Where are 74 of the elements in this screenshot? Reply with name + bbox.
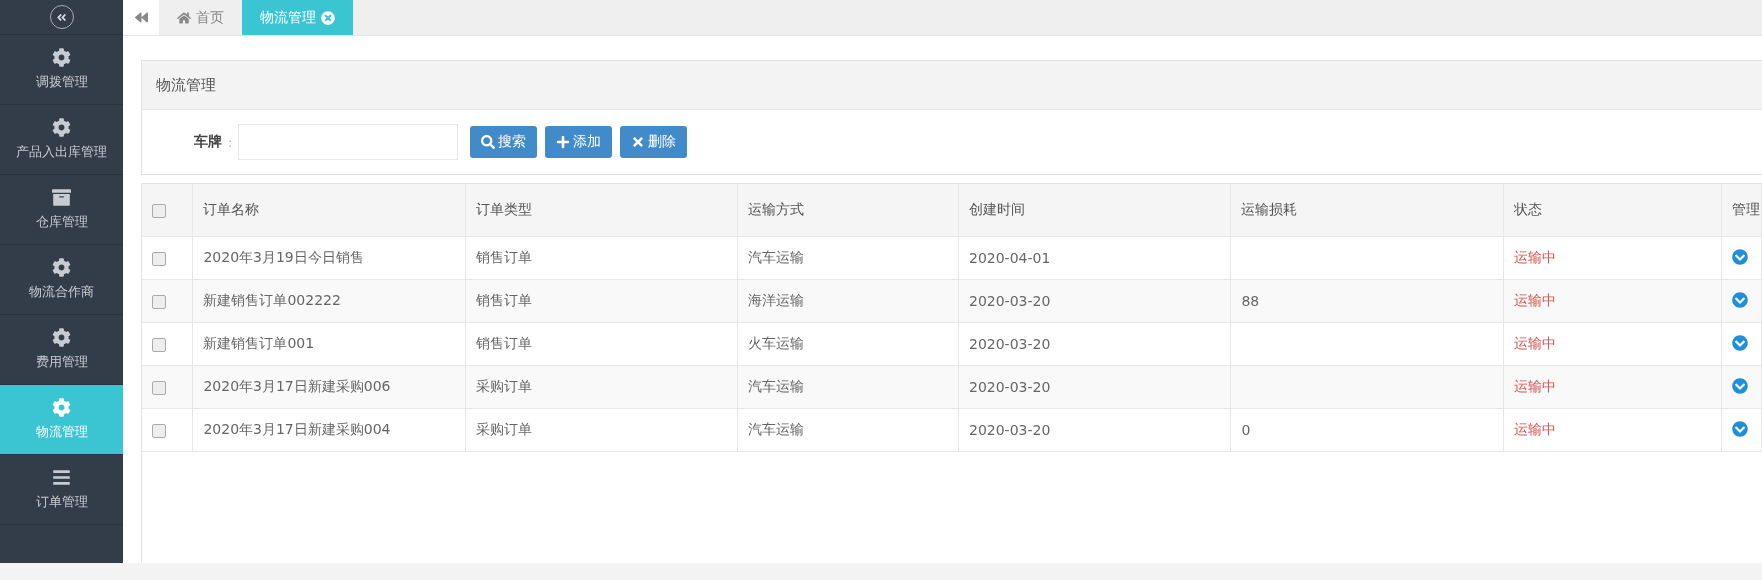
table-cell: 2020年3月17日新建采购004 — [203, 421, 391, 437]
sidebar-item-label: 物流合作商 — [29, 283, 94, 301]
table-cell: 2020-03-20 — [968, 336, 1051, 352]
status-text: 运输中 — [1513, 335, 1556, 351]
gear-icon — [52, 118, 71, 137]
table-cell: 2020-03-20 — [968, 293, 1051, 309]
status-text: 运输中 — [1513, 292, 1556, 308]
toolbar-button[interactable]: 删除 — [620, 126, 688, 158]
panel-title: 物流管理 — [142, 61, 1762, 110]
gear-icon — [52, 48, 71, 67]
status-text: 运输中 — [1513, 249, 1556, 265]
table-cell: 2020-03-20 — [968, 422, 1051, 438]
table-cell: 新建销售订单002222 — [203, 292, 341, 308]
column-header: 运输方式 — [748, 201, 805, 217]
status-text: 运输中 — [1513, 378, 1556, 394]
table-cell: 销售订单 — [475, 335, 532, 351]
label-separator: : — [228, 134, 233, 150]
table-cell: 海洋运输 — [748, 292, 805, 308]
dropdown-icon[interactable] — [1732, 248, 1748, 265]
table-cell: 2020-03-20 — [968, 379, 1051, 395]
checkbox[interactable] — [152, 424, 166, 438]
table-cell: 2020-04-01 — [968, 250, 1051, 266]
table-cell: 销售订单 — [475, 292, 532, 308]
table-cell: 采购订单 — [475, 421, 532, 437]
home-icon — [177, 10, 191, 25]
column-header: 状态 — [1513, 201, 1542, 217]
dropdown-icon[interactable] — [1732, 377, 1748, 394]
checkbox[interactable] — [152, 295, 166, 309]
table-cell: 0 — [1241, 422, 1251, 438]
field-label: 车牌 — [194, 133, 222, 151]
table-cell: 销售订单 — [475, 249, 532, 265]
sidebar-item-label: 费用管理 — [35, 353, 88, 371]
column-header: 订单类型 — [475, 201, 532, 217]
checkbox[interactable] — [152, 204, 166, 218]
search-icon — [481, 135, 496, 149]
checkbox[interactable] — [152, 338, 166, 352]
sidebar-item-label: 调拨管理 — [35, 73, 88, 91]
rewind-icon — [134, 11, 148, 24]
column-header: 管理 — [1732, 201, 1760, 217]
double-chevron-left-icon — [56, 11, 67, 23]
table-cell: 汽车运输 — [748, 421, 805, 437]
column-header: 订单名称 — [203, 201, 260, 217]
checkbox[interactable] — [152, 381, 166, 395]
checkbox[interactable] — [152, 252, 166, 266]
sidebar-item-label: 仓库管理 — [35, 213, 88, 231]
table-cell: 88 — [1241, 293, 1260, 309]
table-cell: 2020年3月17日新建采购006 — [203, 378, 391, 394]
table-cell: 2020年3月19日今日销售 — [203, 249, 364, 265]
dropdown-icon[interactable] — [1732, 420, 1748, 437]
gear-icon — [52, 328, 71, 347]
close-icon — [631, 135, 646, 149]
gear-icon — [52, 258, 71, 277]
dropdown-icon[interactable] — [1732, 291, 1748, 308]
gear-icon — [52, 398, 71, 417]
table-cell: 新建销售订单001 — [203, 335, 315, 351]
table-cell: 火车运输 — [748, 335, 805, 351]
table-cell: 采购订单 — [475, 378, 532, 394]
sidebar-item-label: 产品入出库管理 — [16, 143, 107, 161]
status-text: 运输中 — [1513, 421, 1556, 437]
toolbar-button[interactable]: 搜索 — [470, 126, 538, 158]
dropdown-icon[interactable] — [1732, 334, 1748, 351]
archive-box-icon — [52, 188, 71, 207]
column-header: 创建时间 — [968, 201, 1025, 217]
plus-icon — [556, 135, 571, 149]
input-field[interactable] — [238, 124, 459, 160]
menu-icon — [52, 468, 71, 487]
close-icon[interactable] — [321, 10, 335, 25]
table-cell: 汽车运输 — [748, 378, 805, 394]
sidebar-item-label: 物流管理 — [35, 423, 88, 441]
column-header: 运输损耗 — [1241, 201, 1298, 217]
sidebar-item-label: 订单管理 — [35, 493, 88, 511]
toolbar-button[interactable]: 添加 — [545, 126, 613, 158]
back-button[interactable] — [123, 0, 159, 35]
table-cell: 汽车运输 — [748, 249, 805, 265]
